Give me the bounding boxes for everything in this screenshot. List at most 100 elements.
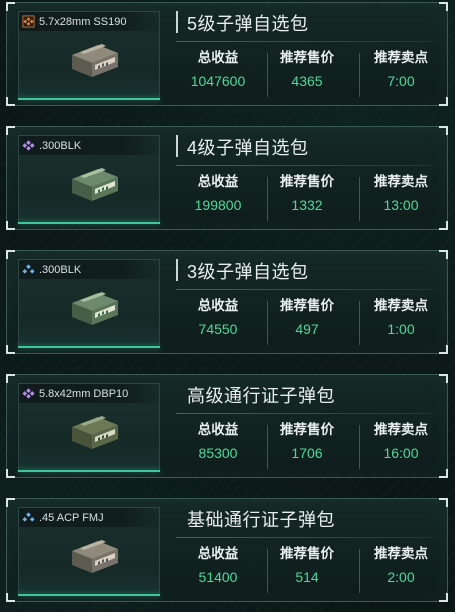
caliber-label: .300BLK xyxy=(39,139,82,152)
suggested-time-stat: 推荐卖点 16:00 xyxy=(353,421,449,462)
pack-title: 4级子弹自选包 xyxy=(187,138,309,158)
suggested-time-label: 推荐卖点 xyxy=(374,546,428,561)
total-income-label: 总收益 xyxy=(197,50,239,65)
suggested-time-value: 7:00 xyxy=(387,73,415,89)
ammo-pack-card[interactable]: .300BLK 3级子弹自选包 总收益 74550 推荐售价 497 推荐卖点 … xyxy=(6,250,448,354)
purple-diamond-icon xyxy=(22,140,35,151)
title-divider xyxy=(176,413,434,414)
blue-diamond-icon xyxy=(22,512,35,522)
title-divider xyxy=(176,165,434,166)
ammo-item-slot[interactable]: .300BLK xyxy=(18,135,160,224)
ammo-box-image xyxy=(72,44,118,77)
corner-bracket xyxy=(6,2,15,11)
caliber-header: .45 ACP FMJ xyxy=(19,508,159,527)
corner-bracket xyxy=(439,2,448,11)
suggested-price-stat: 推荐售价 514 xyxy=(259,545,355,586)
suggested-price-value: 4365 xyxy=(291,73,323,89)
suggested-price-stat: 推荐售价 1332 xyxy=(259,173,355,214)
ammo-pack-card[interactable]: 5.8x42mm DBP10 高级通行证子弹包 总收益 85300 推荐售价 1… xyxy=(6,374,448,478)
suggested-price-stat: 推荐售价 1706 xyxy=(259,421,355,462)
caliber-header: 5.7x28mm SS190 xyxy=(19,12,159,31)
corner-bracket xyxy=(439,250,448,259)
rarity-underline xyxy=(18,470,160,472)
blue-diamond-icon xyxy=(22,264,35,274)
title-divider xyxy=(176,289,434,290)
suggested-price-label: 推荐售价 xyxy=(280,174,334,189)
caliber-header: 5.8x42mm DBP10 xyxy=(19,384,159,403)
corner-bracket xyxy=(6,345,15,354)
ammo-box-image xyxy=(72,416,118,449)
total-income-stat: 总收益 1047600 xyxy=(170,49,266,90)
suggested-price-value: 1332 xyxy=(291,197,323,213)
corner-bracket xyxy=(439,498,448,507)
total-income-stat: 总收益 74550 xyxy=(170,297,266,338)
suggested-time-value: 2:00 xyxy=(387,569,415,585)
purple-diamond-icon xyxy=(22,388,35,399)
corner-bracket xyxy=(439,221,448,230)
suggested-time-label: 推荐卖点 xyxy=(374,174,428,189)
total-income-label: 总收益 xyxy=(197,298,239,313)
ammo-box-image xyxy=(72,540,118,573)
corner-bracket xyxy=(6,498,15,507)
caliber-label: .45 ACP FMJ xyxy=(39,511,104,524)
title-accent-bar xyxy=(176,259,178,281)
suggested-time-stat: 推荐卖点 2:00 xyxy=(353,545,449,586)
total-income-value: 1047600 xyxy=(190,73,246,89)
rarity-underline xyxy=(18,222,160,224)
suggested-time-label: 推荐卖点 xyxy=(374,298,428,313)
suggested-time-stat: 推荐卖点 13:00 xyxy=(353,173,449,214)
suggested-price-label: 推荐售价 xyxy=(280,50,334,65)
pack-title: 基础通行证子弹包 xyxy=(187,510,335,530)
ammo-pack-card[interactable]: .300BLK 4级子弹自选包 总收益 199800 推荐售价 1332 推荐卖… xyxy=(6,126,448,230)
corner-bracket xyxy=(6,250,15,259)
suggested-price-value: 514 xyxy=(295,569,319,585)
corner-bracket xyxy=(439,126,448,135)
caliber-label: 5.8x42mm DBP10 xyxy=(39,387,129,400)
caliber-header: .300BLK xyxy=(19,136,159,155)
pack-title: 5级子弹自选包 xyxy=(187,14,309,34)
total-income-stat: 总收益 199800 xyxy=(170,173,266,214)
total-income-value: 199800 xyxy=(194,197,242,213)
caliber-label: 5.7x28mm SS190 xyxy=(39,15,127,28)
title-divider xyxy=(176,537,434,538)
ammo-pack-card[interactable]: 5.7x28mm SS190 5级子弹自选包 总收益 1047600 推荐售价 … xyxy=(6,2,448,106)
suggested-time-value: 16:00 xyxy=(383,445,419,461)
suggested-price-label: 推荐售价 xyxy=(280,422,334,437)
pack-title: 高级通行证子弹包 xyxy=(187,386,335,406)
corner-bracket xyxy=(6,221,15,230)
ammo-item-slot[interactable]: .45 ACP FMJ xyxy=(18,507,160,596)
title-accent-bar xyxy=(176,135,178,157)
corner-bracket xyxy=(6,374,15,383)
suggested-price-value: 1706 xyxy=(291,445,323,461)
ammo-item-slot[interactable]: 5.8x42mm DBP10 xyxy=(18,383,160,472)
rarity-underline xyxy=(18,346,160,348)
corner-bracket xyxy=(439,374,448,383)
pack-title: 3级子弹自选包 xyxy=(187,262,309,282)
suggested-time-value: 13:00 xyxy=(383,197,419,213)
total-income-value: 74550 xyxy=(198,321,238,337)
corner-bracket xyxy=(6,469,15,478)
corner-bracket xyxy=(6,126,15,135)
corner-bracket xyxy=(6,97,15,106)
ammo-box-image xyxy=(72,168,118,201)
total-income-stat: 总收益 85300 xyxy=(170,421,266,462)
orange-diamond-icon xyxy=(22,15,35,28)
title-divider xyxy=(176,41,434,42)
ammo-item-slot[interactable]: 5.7x28mm SS190 xyxy=(18,11,160,100)
suggested-time-stat: 推荐卖点 7:00 xyxy=(353,49,449,90)
rarity-underline xyxy=(18,594,160,596)
total-income-value: 85300 xyxy=(198,445,238,461)
suggested-time-stat: 推荐卖点 1:00 xyxy=(353,297,449,338)
suggested-price-stat: 推荐售价 4365 xyxy=(259,49,355,90)
suggested-time-label: 推荐卖点 xyxy=(374,422,428,437)
suggested-time-label: 推荐卖点 xyxy=(374,50,428,65)
title-accent-bar xyxy=(176,11,178,33)
suggested-price-stat: 推荐售价 497 xyxy=(259,297,355,338)
total-income-label: 总收益 xyxy=(197,174,239,189)
ammo-item-slot[interactable]: .300BLK xyxy=(18,259,160,348)
ammo-pack-card[interactable]: .45 ACP FMJ 基础通行证子弹包 总收益 51400 推荐售价 514 … xyxy=(6,498,448,602)
caliber-header: .300BLK xyxy=(19,260,159,279)
rarity-underline xyxy=(18,98,160,100)
corner-bracket xyxy=(439,469,448,478)
ammo-box-image xyxy=(72,292,118,325)
